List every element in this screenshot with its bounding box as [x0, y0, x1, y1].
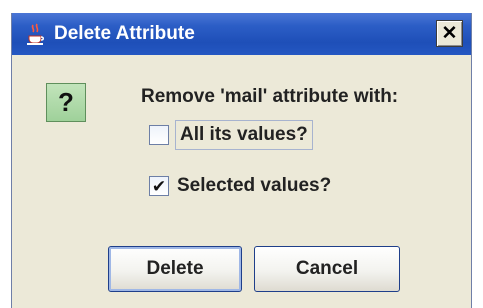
close-icon: ✕ [441, 23, 458, 44]
delete-attribute-dialog: Delete Attribute ✕ ? Remove 'mail' attri… [11, 13, 472, 308]
option-selected-values[interactable]: ✔ Selected values? [149, 175, 331, 197]
question-icon: ? [46, 83, 86, 122]
selected-values-checkbox[interactable]: ✔ [149, 176, 169, 196]
java-cup-icon [23, 22, 47, 46]
delete-button[interactable]: Delete [108, 246, 242, 292]
cancel-button[interactable]: Cancel [254, 246, 400, 292]
close-button[interactable]: ✕ [436, 20, 463, 47]
dialog-prompt: Remove 'mail' attribute with: [141, 86, 399, 107]
selected-values-label[interactable]: Selected values? [177, 175, 331, 197]
option-all-values[interactable]: All its values? [149, 120, 313, 150]
all-values-label[interactable]: All its values? [175, 120, 313, 150]
window-title: Delete Attribute [54, 23, 195, 44]
checkmark-icon: ✔ [151, 176, 167, 196]
title-bar[interactable]: Delete Attribute ✕ [12, 13, 471, 55]
all-values-checkbox[interactable] [149, 125, 169, 145]
